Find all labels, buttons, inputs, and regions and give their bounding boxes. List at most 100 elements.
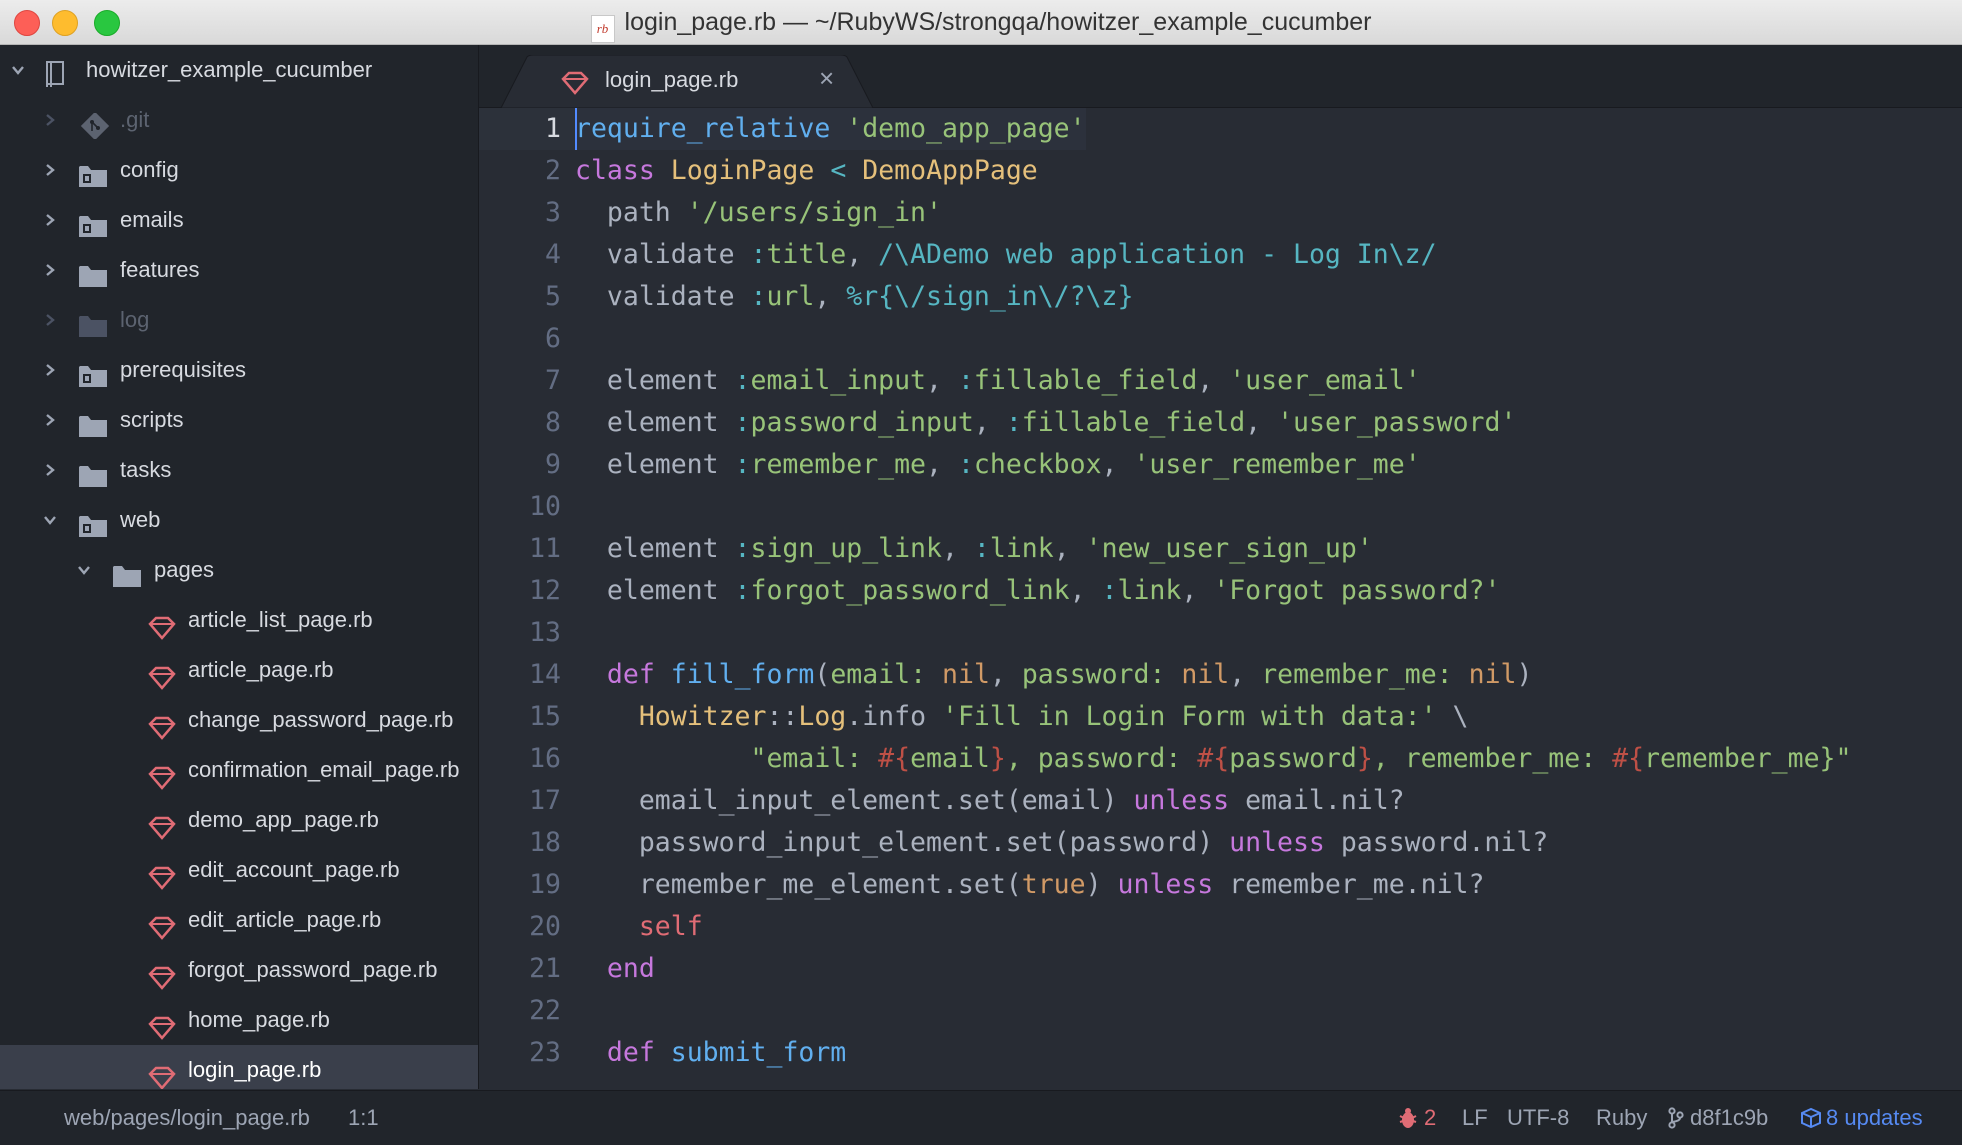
code-line[interactable]: 12 element :forgot_password_link, :link,… xyxy=(479,570,1962,612)
tree-folder-prerequisites[interactable]: prerequisites xyxy=(0,345,478,395)
status-updates[interactable]: 8 updates xyxy=(1800,1091,1923,1145)
line-number[interactable]: 3 xyxy=(479,192,575,234)
tree-file-confirmation-email-page-rb[interactable]: confirmation_email_page.rb xyxy=(0,745,478,795)
line-number[interactable]: 4 xyxy=(479,234,575,276)
status-cursor-position[interactable]: 1:1 xyxy=(348,1091,379,1145)
chevron-down-icon[interactable] xyxy=(44,514,56,526)
chevron-right-icon[interactable] xyxy=(44,464,56,476)
code-line[interactable]: 17 email_input_element.set(email) unless… xyxy=(479,780,1962,822)
chevron-down-icon[interactable] xyxy=(78,564,90,576)
tree-file-article-page-rb[interactable]: article_page.rb xyxy=(0,645,478,695)
tree-file-forgot-password-page-rb[interactable]: forgot_password_page.rb xyxy=(0,945,478,995)
code-line[interactable]: 8 element :password_input, :fillable_fie… xyxy=(479,402,1962,444)
chevron-right-icon[interactable] xyxy=(44,364,56,376)
status-issues[interactable]: 2 xyxy=(1398,1091,1436,1145)
line-number[interactable]: 20 xyxy=(479,906,575,948)
line-number[interactable]: 10 xyxy=(479,486,575,528)
line-number[interactable]: 12 xyxy=(479,570,575,612)
line-number[interactable]: 23 xyxy=(479,1032,575,1074)
line-number[interactable]: 8 xyxy=(479,402,575,444)
tab-login-page[interactable]: login_page.rb × xyxy=(501,55,873,108)
tree-root-project[interactable]: howitzer_example_cucumber xyxy=(0,45,478,95)
line-number[interactable]: 5 xyxy=(479,276,575,318)
line-number[interactable]: 13 xyxy=(479,612,575,654)
code-line[interactable]: 16 "email: #{email}, password: #{passwor… xyxy=(479,738,1962,780)
status-line-ending[interactable]: LF xyxy=(1462,1091,1488,1145)
tree-item-label: demo_app_page.rb xyxy=(188,807,379,832)
status-encoding[interactable]: UTF-8 xyxy=(1507,1091,1569,1145)
line-number[interactable]: 22 xyxy=(479,990,575,1032)
tree-folder-pages[interactable]: pages xyxy=(0,545,478,595)
tree-file-edit-account-page-rb[interactable]: edit_account_page.rb xyxy=(0,845,478,895)
tree-file-home-page-rb[interactable]: home_page.rb xyxy=(0,995,478,1045)
code-line[interactable]: 10 xyxy=(479,486,1962,528)
code-line[interactable]: 20 self xyxy=(479,906,1962,948)
line-number[interactable]: 15 xyxy=(479,696,575,738)
folder-icon xyxy=(78,457,108,487)
tree-file-edit-article-page-rb[interactable]: edit_article_page.rb xyxy=(0,895,478,945)
tree-folder-features[interactable]: features xyxy=(0,245,478,295)
tree-file-demo-app-page-rb[interactable]: demo_app_page.rb xyxy=(0,795,478,845)
code-line[interactable]: 5 validate :url, %r{\/sign_in\/?\z} xyxy=(479,276,1962,318)
line-number[interactable]: 21 xyxy=(479,948,575,990)
code-line[interactable]: 21 end xyxy=(479,948,1962,990)
line-number[interactable]: 1 xyxy=(479,108,575,150)
status-git-branch[interactable]: d8f1c9b xyxy=(1668,1091,1768,1145)
code-line[interactable]: 13 xyxy=(479,612,1962,654)
code-line[interactable]: 2 class LoginPage < DemoAppPage xyxy=(479,150,1962,192)
code-line[interactable]: 11 element :sign_up_link, :link, 'new_us… xyxy=(479,528,1962,570)
tree-folder-log[interactable]: log xyxy=(0,295,478,345)
line-number[interactable]: 2 xyxy=(479,150,575,192)
chevron-right-icon[interactable] xyxy=(44,414,56,426)
chevron-right-icon[interactable] xyxy=(44,164,56,176)
code-editor[interactable]: 1 require_relative 'demo_app_page' 2 class … xyxy=(479,108,1962,1089)
chevron-down-icon[interactable] xyxy=(12,64,24,76)
tree-file-login-page-rb[interactable]: login_page.rb xyxy=(0,1045,478,1089)
tree-item-label: emails xyxy=(120,207,184,232)
status-grammar[interactable]: Ruby xyxy=(1596,1091,1647,1145)
tree-folder-tasks[interactable]: tasks xyxy=(0,445,478,495)
code-line[interactable]: 4 validate :title, /\ADemo web applicati… xyxy=(479,234,1962,276)
git-icon xyxy=(80,107,110,141)
line-number[interactable]: 16 xyxy=(479,738,575,780)
tree-folder-config[interactable]: config xyxy=(0,145,478,195)
code-token: email: xyxy=(830,659,927,690)
code-line[interactable]: 18 password_input_element.set(password) … xyxy=(479,822,1962,864)
code-line[interactable]: 7 element :email_input, :fillable_field,… xyxy=(479,360,1962,402)
status-file-path[interactable]: web/pages/login_page.rb xyxy=(64,1091,310,1145)
code-line[interactable]: 19 remember_me_element.set(true) unless … xyxy=(479,864,1962,906)
line-number[interactable]: 18 xyxy=(479,822,575,864)
code-line[interactable]: 1 require_relative 'demo_app_page' xyxy=(479,108,1962,150)
code-line[interactable]: 9 element :remember_me, :checkbox, 'user… xyxy=(479,444,1962,486)
tree-folder-web[interactable]: web xyxy=(0,495,478,545)
code-token: sign_up_link xyxy=(750,533,942,564)
line-number[interactable]: 7 xyxy=(479,360,575,402)
code-line[interactable]: 22 xyxy=(479,990,1962,1032)
tree-folder-git[interactable]: .git xyxy=(0,95,478,145)
line-number[interactable]: 9 xyxy=(479,444,575,486)
tree-folder-emails[interactable]: emails xyxy=(0,195,478,245)
tree-file-article-list-page-rb[interactable]: article_list_page.rb xyxy=(0,595,478,645)
line-number[interactable]: 14 xyxy=(479,654,575,696)
code-line[interactable]: 6 xyxy=(479,318,1962,360)
text-cursor xyxy=(575,108,577,150)
tree-folder-scripts[interactable]: scripts xyxy=(0,395,478,445)
line-number[interactable]: 17 xyxy=(479,780,575,822)
close-tab-icon[interactable]: × xyxy=(819,63,834,94)
chevron-right-icon[interactable] xyxy=(44,114,56,126)
code-line[interactable]: 15 Howitzer::Log.info 'Fill in Login For… xyxy=(479,696,1962,738)
chevron-right-icon[interactable] xyxy=(44,264,56,276)
line-number[interactable]: 19 xyxy=(479,864,575,906)
tree-file-change-password-page-rb[interactable]: change_password_page.rb xyxy=(0,695,478,745)
line-number[interactable]: 6 xyxy=(479,318,575,360)
code-token: true xyxy=(1021,869,1086,900)
code-token: ) xyxy=(1085,869,1118,900)
code-line[interactable]: 14 def fill_form(email: nil, password: n… xyxy=(479,654,1962,696)
code-line[interactable]: 23 def submit_form xyxy=(479,1032,1962,1074)
chevron-right-icon[interactable] xyxy=(44,314,56,326)
chevron-right-icon[interactable] xyxy=(44,214,56,226)
tree-item-label: edit_account_page.rb xyxy=(188,857,400,882)
code-line[interactable]: 3 path '/users/sign_in' xyxy=(479,192,1962,234)
line-number[interactable]: 11 xyxy=(479,528,575,570)
